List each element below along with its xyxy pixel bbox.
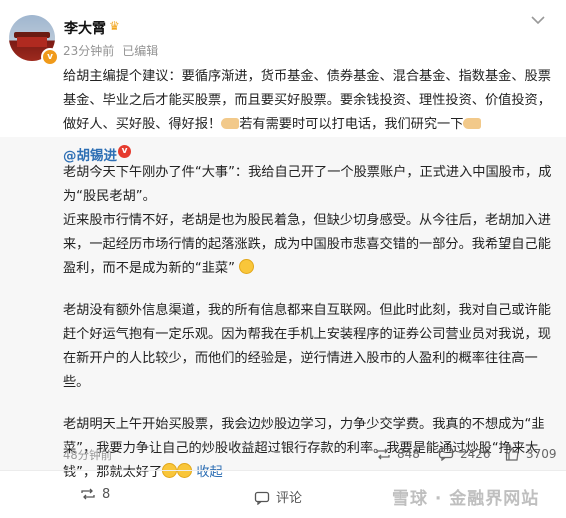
comment-icon — [438, 447, 454, 461]
post-time[interactable]: 23分钟前 — [63, 44, 114, 58]
share-count: 8 — [102, 487, 111, 502]
comment-button[interactable]: 评论 — [254, 487, 302, 506]
retweet-comment-count[interactable]: 2426 — [438, 447, 491, 461]
thumbs-up-icon — [505, 447, 519, 461]
comment-count: 2426 — [460, 447, 491, 461]
retweet-paragraph: 老胡没有额外信息渠道，我的所有信息都来自互联网。但此时此刻，我对自己或许能赶个好… — [63, 303, 551, 390]
retweet-text: 老胡今天下午刚办了件“大事”：我给自己开了一个股票账户，正式进入中国股市，成为“… — [63, 161, 553, 485]
comment-icon — [254, 491, 270, 505]
post-tail-text: 若有需要时可以打电话，我们研究一下 — [239, 117, 464, 132]
post-text: 给胡主编提个建议：要循序渐进，货币基金、债券基金、混合基金、指数基金、股票基金、… — [63, 65, 558, 137]
retweet-like-count[interactable]: 3709 — [505, 447, 557, 461]
post-meta: 23分钟前 已编辑 — [63, 42, 166, 59]
divider — [0, 470, 566, 471]
verified-badge-icon: v — [41, 48, 59, 66]
retweet-paragraph: 老胡今天下午刚办了件“大事”：我给自己开了一个股票账户，正式进入中国股市，成为“… — [63, 165, 552, 204]
retweet-paragraph: 近来股市行情不好，老胡是也为股民着急，但缺少切身感受。从今往后，老胡加入进来，一… — [63, 209, 553, 281]
comment-label: 评论 — [276, 491, 303, 506]
author-name[interactable]: 李大霄 — [64, 18, 106, 38]
retweet-time[interactable]: 48分钟前 — [63, 447, 112, 463]
repost-icon — [81, 488, 95, 500]
retweet-repost-count[interactable]: 848 — [375, 447, 420, 461]
chevron-down-icon[interactable] — [530, 14, 546, 26]
share-button[interactable]: 8 — [80, 487, 110, 502]
repost-count: 848 — [397, 447, 420, 461]
verified-red-icon: v — [118, 145, 131, 158]
crown-icon: ♛ — [109, 19, 120, 33]
retweet-paragraph-text: 近来股市行情不好，老胡是也为股民着急，但缺少切身感受。从今往后，老胡加入进来，一… — [63, 213, 551, 276]
collapse-link[interactable]: 收起 — [196, 465, 222, 480]
watermark: 雪球 · 金融界网站 — [392, 489, 540, 509]
grin-emoji-icon — [239, 259, 255, 274]
like-count: 3709 — [526, 447, 557, 461]
edited-label[interactable]: 已编辑 — [122, 44, 158, 58]
repost-icon — [376, 448, 390, 460]
handshake-emoji-icon — [221, 118, 240, 129]
hands-emoji-icon — [463, 118, 482, 129]
